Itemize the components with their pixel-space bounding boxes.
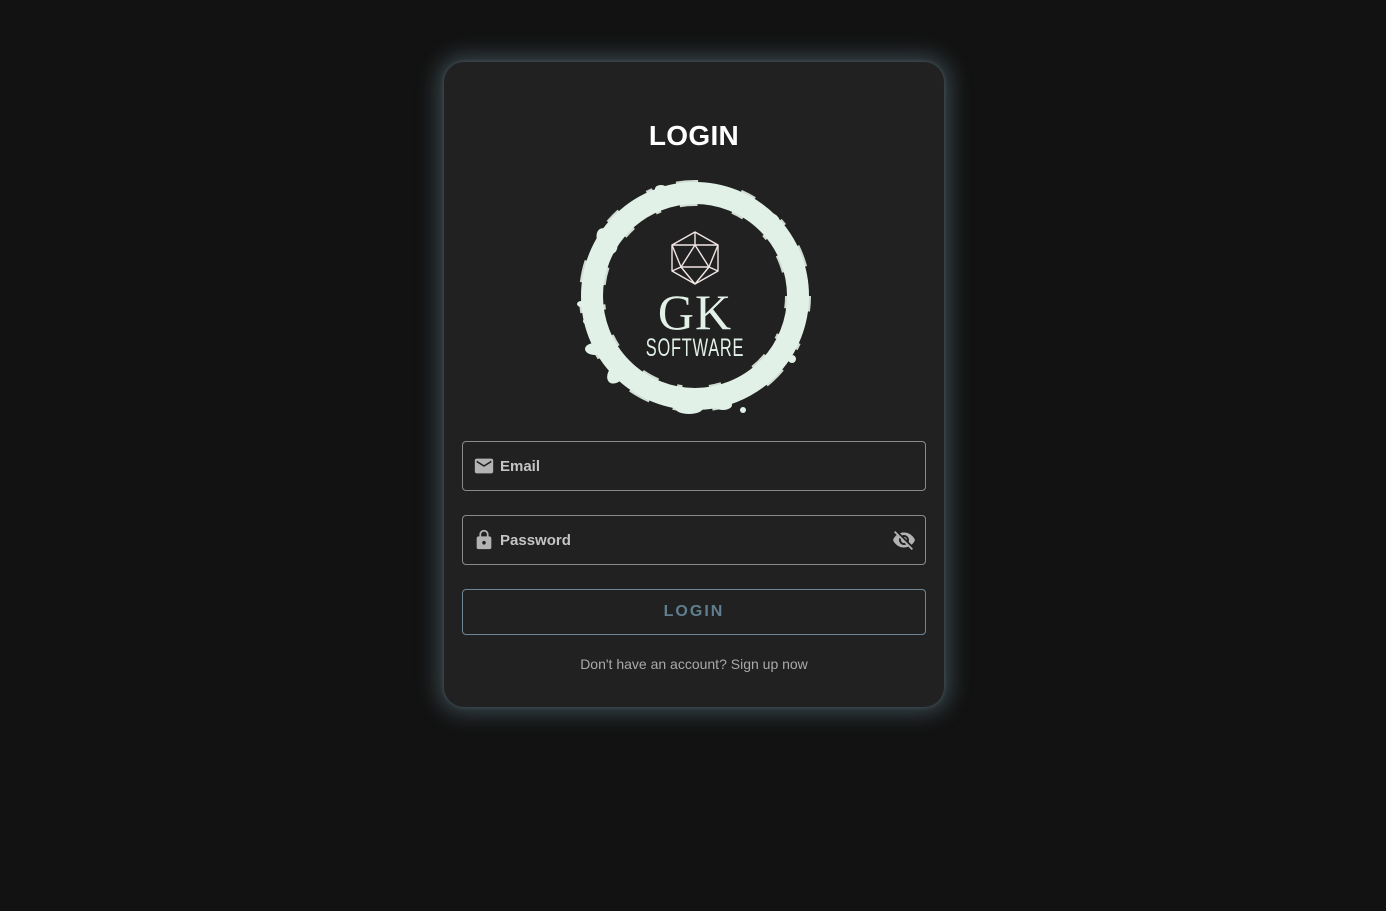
login-button[interactable]: LOGIN: [462, 589, 926, 635]
mail-icon: [474, 458, 494, 474]
email-input[interactable]: [500, 442, 880, 490]
signup-link[interactable]: Don't have an account? Sign up now: [444, 656, 944, 672]
password-input[interactable]: [500, 516, 880, 564]
logo-initials: GK: [658, 284, 732, 340]
password-field[interactable]: [462, 515, 926, 565]
email-field[interactable]: [462, 441, 926, 491]
login-card: LOGIN GK SOFTWARE Email LOGIN Don't have…: [444, 62, 944, 707]
d20-icon: [671, 231, 719, 285]
logo-wordmark: SOFTWARE: [646, 333, 744, 361]
gk-software-logo: GK SOFTWARE: [577, 180, 811, 414]
eye-off-icon[interactable]: [892, 528, 916, 552]
page-title: LOGIN: [648, 120, 740, 151]
lock-icon: [476, 529, 492, 550]
